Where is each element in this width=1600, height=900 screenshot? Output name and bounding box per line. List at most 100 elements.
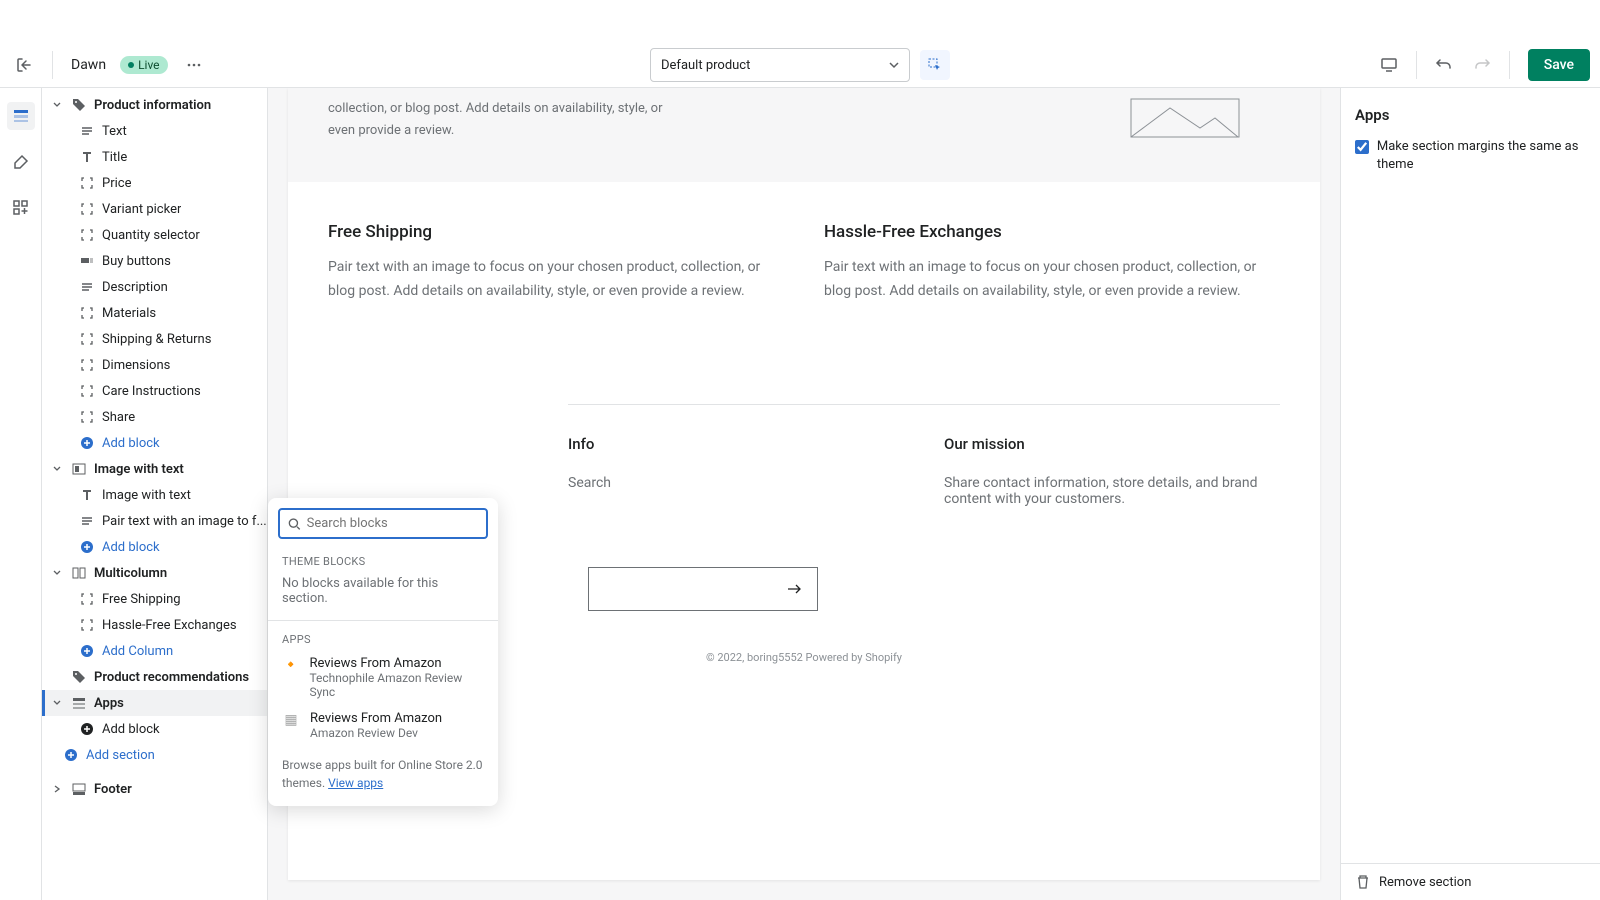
- block-item[interactable]: Materials: [42, 300, 267, 326]
- app-icon: 🔸: [282, 656, 299, 674]
- add-section[interactable]: Add section: [42, 742, 267, 768]
- section-label: Multicolumn: [94, 566, 167, 581]
- block-icon: [78, 488, 96, 502]
- remove-section-button[interactable]: Remove section: [1341, 863, 1600, 900]
- block-label: Price: [102, 176, 131, 191]
- footer-heading: Our mission: [944, 435, 1280, 453]
- block-icon: [78, 592, 96, 606]
- section-tree[interactable]: Product information Text Title Price Varian…: [42, 88, 268, 900]
- block-label: Materials: [102, 306, 156, 321]
- more-menu-button[interactable]: [180, 51, 208, 79]
- block-item[interactable]: Price: [42, 170, 267, 196]
- chevron-down-icon: [53, 699, 61, 707]
- block-label: Pair text with an image to f...: [102, 514, 267, 529]
- block-icon: [78, 176, 96, 190]
- block-item[interactable]: Shipping & Returns: [42, 326, 267, 352]
- column-body: Pair text with an image to focus on your…: [328, 256, 784, 304]
- settings-panel: Apps Make section margins the same as th…: [1340, 88, 1600, 900]
- block-item[interactable]: Hassle-Free Exchanges: [42, 612, 267, 638]
- topbar: Dawn Live Default product Save: [0, 0, 1600, 88]
- section-label: Apps: [94, 696, 124, 711]
- trash-icon: [1355, 874, 1371, 890]
- footer-link-search[interactable]: Search: [568, 475, 904, 491]
- rail-sections[interactable]: [7, 102, 35, 130]
- plus-icon: [78, 436, 96, 450]
- device-desktop-button[interactable]: [1372, 48, 1406, 82]
- block-item[interactable]: Free Shipping: [42, 586, 267, 612]
- block-item[interactable]: Care Instructions: [42, 378, 267, 404]
- block-icon: [78, 280, 96, 294]
- section-label: Image with text: [94, 462, 184, 477]
- block-icon: [78, 150, 96, 164]
- hero-body: collection, or blog post. Add details on…: [328, 88, 668, 142]
- popover-theme-header: THEME BLOCKS: [268, 547, 498, 572]
- section-label: Footer: [94, 782, 132, 797]
- column-title: Hassle-Free Exchanges: [824, 222, 1280, 242]
- block-item[interactable]: Share: [42, 404, 267, 430]
- block-item[interactable]: Image with text: [42, 482, 267, 508]
- redo-icon: [1473, 56, 1491, 74]
- block-item[interactable]: Variant picker: [42, 196, 267, 222]
- paint-icon: [12, 153, 30, 171]
- margins-checkbox-row[interactable]: Make section margins the same as theme: [1355, 138, 1586, 174]
- add-block-apps[interactable]: Add block: [42, 716, 267, 742]
- block-icon: [78, 410, 96, 424]
- dots-icon: [186, 57, 202, 73]
- popover-app-item-2[interactable]: ▦ Reviews From AmazonAmazon Review Dev: [268, 705, 498, 746]
- block-icon: [78, 254, 96, 268]
- section-apps[interactable]: Apps: [42, 690, 267, 716]
- arrow-right-icon: [785, 580, 803, 598]
- block-label: Share: [102, 410, 135, 425]
- section-image-with-text[interactable]: Image with text: [42, 456, 267, 482]
- app-subtitle: Amazon Review Dev: [310, 726, 442, 740]
- popover-footer: Browse apps built for Online Store 2.0 t…: [268, 746, 498, 796]
- exit-editor-button[interactable]: [10, 51, 38, 79]
- rail-app-embeds[interactable]: [7, 194, 35, 222]
- section-product-information[interactable]: Product information: [42, 92, 267, 118]
- block-icon: [78, 228, 96, 242]
- margins-checkbox[interactable]: [1355, 139, 1369, 155]
- block-item[interactable]: Text: [42, 118, 267, 144]
- block-item[interactable]: Dimensions: [42, 352, 267, 378]
- template-select[interactable]: Default product: [650, 48, 910, 82]
- add-block-iwt[interactable]: Add block: [42, 534, 267, 560]
- block-icon: [78, 332, 96, 346]
- section-footer[interactable]: Footer: [42, 776, 267, 802]
- save-button[interactable]: Save: [1528, 49, 1590, 81]
- chevron-down-icon: [53, 465, 61, 473]
- redo-button[interactable]: [1465, 48, 1499, 82]
- inspector-icon: [927, 57, 943, 73]
- section-product-recommendations[interactable]: Product recommendations: [42, 664, 267, 690]
- block-item[interactable]: Pair text with an image to f...: [42, 508, 267, 534]
- popover-apps-header: APPS: [268, 625, 498, 650]
- rail-theme-settings[interactable]: [7, 148, 35, 176]
- block-label: Title: [102, 150, 127, 165]
- block-item[interactable]: Quantity selector: [42, 222, 267, 248]
- block-icon: [78, 202, 96, 216]
- block-search-input[interactable]: [307, 516, 478, 531]
- popover-app-item-1[interactable]: 🔸 Reviews From AmazonTechnophile Amazon …: [268, 650, 498, 705]
- columns-icon: [70, 566, 88, 580]
- block-icon: [78, 514, 96, 528]
- block-search-field[interactable]: [278, 508, 488, 539]
- block-label: Quantity selector: [102, 228, 200, 243]
- block-item[interactable]: Description: [42, 274, 267, 300]
- inspector-toggle[interactable]: [920, 50, 950, 80]
- block-label: Dimensions: [102, 358, 170, 373]
- plus-icon: [78, 644, 96, 658]
- add-column[interactable]: Add Column: [42, 638, 267, 664]
- footer-heading: Info: [568, 435, 904, 453]
- exit-icon: [16, 57, 32, 73]
- block-item[interactable]: Title: [42, 144, 267, 170]
- section-multicolumn[interactable]: Multicolumn: [42, 560, 267, 586]
- block-label: Care Instructions: [102, 384, 201, 399]
- desktop-icon: [1380, 56, 1398, 74]
- section-label: Product information: [94, 98, 211, 113]
- view-apps-link[interactable]: View apps: [328, 776, 383, 790]
- email-signup-input[interactable]: [588, 567, 818, 611]
- undo-button[interactable]: [1427, 48, 1461, 82]
- chevron-down-icon: [53, 101, 61, 109]
- live-badge: Live: [120, 56, 167, 74]
- add-block-pi[interactable]: Add block: [42, 430, 267, 456]
- block-item[interactable]: Buy buttons: [42, 248, 267, 274]
